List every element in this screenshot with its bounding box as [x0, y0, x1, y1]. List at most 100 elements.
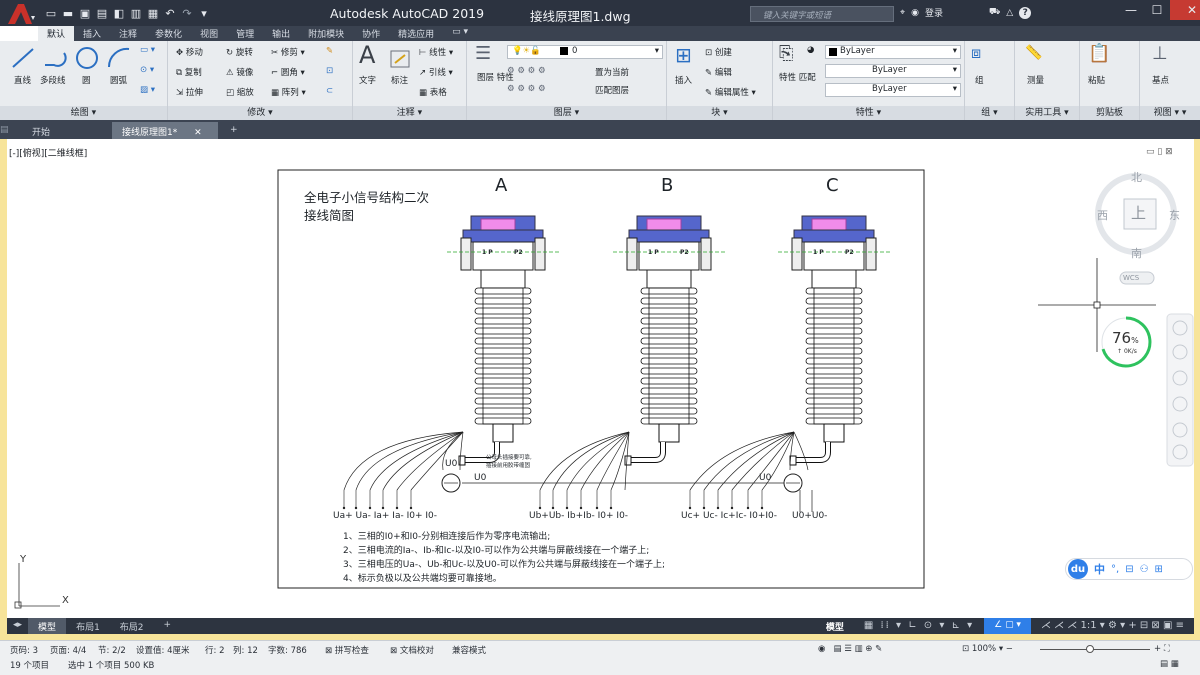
fillet-button[interactable]: ⌐ 圆角 ▾ [271, 66, 305, 78]
move-button[interactable]: ✥ 移动 [176, 46, 203, 58]
add-layout-button[interactable]: + [154, 618, 182, 634]
dimension-icon[interactable] [389, 47, 411, 69]
linear-button[interactable]: ⊢ 线性 ▾ [419, 46, 453, 58]
line-icon[interactable] [10, 45, 36, 71]
leader-button[interactable]: ↗ 引线 ▾ [419, 66, 453, 78]
ime-grid-icon[interactable]: ⊞ [1155, 564, 1163, 575]
application-menu-button[interactable] [4, 2, 38, 26]
close-tab-icon[interactable]: ✕ [194, 128, 202, 138]
zoom-in-icon[interactable]: + ⛶ [1154, 644, 1170, 654]
table-button[interactable]: ▦ 表格 [419, 86, 447, 98]
osnap-icon[interactable]: ∠ ▢ ▾ [984, 618, 1031, 634]
customize-dropdown-icon[interactable]: ▾ [197, 7, 211, 20]
redo-icon[interactable]: ↷ [180, 7, 194, 20]
ime-toolbox-icon[interactable]: ⊟ [1125, 564, 1133, 575]
set-current-button[interactable]: 置为当前 [595, 66, 629, 78]
view-toggle-icons[interactable]: ▤ ▦ [1160, 659, 1179, 669]
polyline-label[interactable]: 多段线 [40, 74, 66, 86]
tab-layout1[interactable]: 布局1 [66, 618, 110, 634]
compass-west[interactable]: 西 [1097, 207, 1108, 223]
ime-toolbar[interactable]: du 中 °, ⊟ ⚇ ⊞ [1065, 558, 1193, 580]
tab-view[interactable]: 视图 [191, 26, 227, 41]
zoom-level[interactable]: ⊡ 100% ▾ − [962, 644, 1013, 654]
measure-icon[interactable]: 📏 [1025, 45, 1042, 61]
panel-properties-title[interactable]: 特性 ▾ [773, 106, 964, 120]
open-icon[interactable]: ▬ [61, 7, 75, 20]
plot-icon[interactable]: ▥ [129, 7, 143, 20]
drawing-canvas[interactable]: Y X ▭ ▯ ⊠ 全电子小信号结构二次 接线简图 A B C 1 P P2 1… [7, 139, 1194, 618]
layout-menu-icon[interactable]: ◂▸ [7, 618, 28, 634]
model-space-button[interactable]: 模型 [816, 618, 854, 634]
tab-menu-icon[interactable]: ▤ [0, 122, 10, 139]
lineweight-select[interactable]: ByLayer ▾ [825, 83, 961, 97]
arc-label[interactable]: 圆弧 [110, 74, 127, 86]
text-label[interactable]: 文字 [359, 74, 376, 86]
tab-insert[interactable]: 插入 [74, 26, 110, 41]
compass-north[interactable]: 北 [1131, 169, 1142, 185]
ellipse-icon[interactable]: ⊙ ▾ [140, 65, 154, 75]
tab-start[interactable]: 开始 [22, 122, 60, 139]
arc-icon[interactable] [106, 45, 132, 71]
ime-user-icon[interactable]: ⚇ [1140, 564, 1149, 575]
hatch-icon[interactable]: ▨ ▾ [140, 85, 155, 95]
layer-properties-icon[interactable]: ☰ [475, 43, 491, 64]
line-label[interactable]: 直线 [14, 74, 31, 86]
panel-modify-title[interactable]: 修改 ▾ [168, 106, 352, 120]
zoom-thumb[interactable] [1086, 645, 1094, 653]
search-input[interactable]: 键入关键字或短语 [750, 6, 894, 22]
offset-icon[interactable]: ⊂ [326, 86, 333, 96]
viewport-controls-icon[interactable]: ▭ ▯ ⊠ [1146, 147, 1173, 157]
wcs-button[interactable]: WCS [1123, 274, 1139, 282]
stretch-button[interactable]: ⇲ 拉伸 [176, 86, 203, 98]
panel-draw-title[interactable]: 绘图 ▾ [0, 106, 167, 120]
tab-annotate[interactable]: 注释 [110, 26, 146, 41]
base-point-icon[interactable]: ⊥ [1152, 43, 1168, 64]
color-select[interactable]: ByLayer ▾ [825, 45, 961, 59]
tab-featured-apps[interactable]: 精选应用 [389, 26, 443, 41]
panel-block-title[interactable]: 块 ▾ [667, 106, 772, 120]
tab-layout2[interactable]: 布局2 [110, 618, 154, 634]
scale-button[interactable]: ◰ 缩放 [226, 86, 254, 98]
mirror-button[interactable]: ⚠ 镜像 [226, 66, 253, 78]
login-area[interactable]: ⌖ ◉ 登录 ⛟ △ ? [900, 6, 1032, 19]
save-icon[interactable]: ▣ [78, 7, 92, 20]
tab-collaborate[interactable]: 协作 [353, 26, 389, 41]
tab-default[interactable]: 默认 [38, 26, 75, 41]
tab-model[interactable]: 模型 [28, 618, 67, 634]
tab-parametric[interactable]: 参数化 [146, 26, 191, 41]
measure-label[interactable]: 测量 [1027, 74, 1044, 86]
insert-label[interactable]: 插入 [675, 74, 692, 86]
panel-annotation-title[interactable]: 注释 ▾ [353, 106, 466, 120]
proof-button[interactable]: ⊠ 文档校对 [390, 644, 434, 656]
panel-layers-title[interactable]: 图层 ▾ [467, 106, 666, 120]
linetype-select[interactable]: ByLayer ▾ [825, 64, 961, 78]
ime-punct-icon[interactable]: °, [1111, 564, 1119, 575]
group-icon[interactable]: ⧈ [971, 43, 981, 63]
circle-icon[interactable] [74, 45, 100, 71]
array-button[interactable]: ▦ 阵列 ▾ [271, 86, 306, 98]
tab-manage[interactable]: 管理 [227, 26, 263, 41]
tab-drawing[interactable]: 接线原理图1* ✕ [112, 122, 218, 139]
panel-clipboard-title[interactable]: 剪贴板 [1080, 106, 1139, 120]
match-layer-button[interactable]: 匹配图层 [595, 84, 629, 96]
edit-attributes-button[interactable]: ✎ 编辑属性 ▾ [705, 86, 756, 98]
erase-icon[interactable]: ✎ [326, 46, 333, 56]
panel-groups-title[interactable]: 组 ▾ [965, 106, 1014, 120]
color-wheel-icon[interactable]: ◕ [807, 45, 814, 55]
text-icon[interactable]: A [359, 41, 375, 69]
login-label[interactable]: 登录 [925, 6, 943, 19]
new-tab-button[interactable]: + [220, 122, 248, 139]
new-icon[interactable]: ▭ [44, 7, 58, 20]
match-properties-label[interactable]: 特性 匹配 [779, 71, 816, 83]
tab-output[interactable]: 输出 [263, 26, 299, 41]
rotate-button[interactable]: ↻ 旋转 [226, 46, 253, 58]
cart-icon[interactable]: ⛟ [989, 7, 1000, 18]
polyline-icon[interactable] [42, 45, 68, 71]
copy-button[interactable]: ⧉ 复制 [176, 66, 202, 78]
web-icon[interactable]: ◧ [112, 7, 126, 20]
close-button[interactable]: ✕ [1170, 0, 1200, 20]
dimension-label[interactable]: 标注 [391, 74, 408, 86]
group-label[interactable]: 组 [975, 74, 984, 86]
panel-utilities-title[interactable]: 实用工具 ▾ [1015, 106, 1079, 120]
view-mode-icons[interactable]: ◉ ▤ ☰ ▥ ⊕ ✎ [818, 644, 882, 654]
